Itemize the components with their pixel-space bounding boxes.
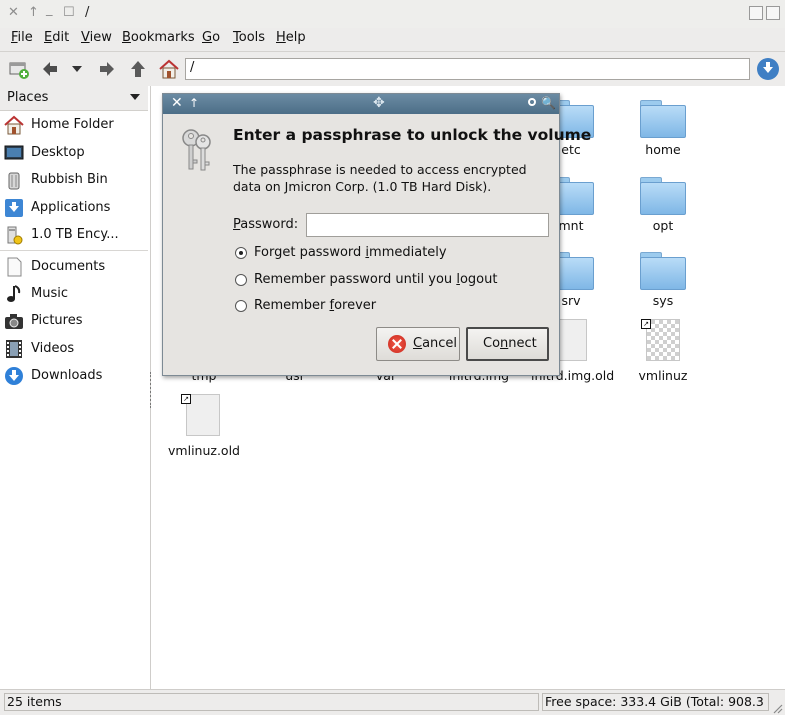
title-bar: ✕ ↑ _ ☐ /	[0, 0, 785, 28]
free-space: Free space: 333.4 GiB (Total: 908.3 GiB)	[542, 693, 769, 711]
sidebar-item-music[interactable]: Music	[4, 282, 146, 306]
go-icon[interactable]	[756, 57, 780, 81]
passphrase-dialog: ✕ ↑ ✥ 🔍 Enter a passphrase to unlock the…	[162, 93, 591, 376]
folder-icon-opt[interactable]	[640, 177, 686, 215]
menu-bar: File Edit View Bookmarks Go Tools Help	[0, 28, 785, 50]
menu-go[interactable]: Go	[202, 30, 220, 45]
file-manager-window: ✕ ↑ _ ☐ / File Edit View Bookmarks Go To…	[0, 0, 785, 715]
window-title: /	[85, 5, 90, 20]
toolbar: /	[0, 51, 785, 86]
dialog-heading: Enter a passphrase to unlock the volume	[233, 126, 592, 144]
menu-help[interactable]: Help	[276, 30, 306, 45]
dialog-key-icon[interactable]: 🔍	[541, 96, 556, 110]
desktop-icon	[4, 145, 24, 160]
applications-icon	[5, 199, 23, 217]
sidebar-item-home-folder[interactable]: Home Folder	[4, 113, 146, 137]
new-tab-icon[interactable]	[8, 58, 30, 80]
radio-button[interactable]	[235, 300, 247, 312]
sidebar-item-desktop[interactable]: Desktop	[4, 141, 146, 165]
move-icon[interactable]: ✥	[373, 95, 385, 111]
menu-tools[interactable]: Tools	[233, 30, 265, 45]
address-bar[interactable]: /	[185, 58, 750, 80]
pictures-icon	[5, 314, 23, 329]
menu-edit[interactable]: Edit	[44, 30, 69, 45]
sidebar-item-videos[interactable]: Videos	[4, 337, 146, 361]
dialog-close-icon[interactable]: ✕	[171, 95, 183, 111]
sidebar-item-applications[interactable]: Applications	[4, 196, 146, 220]
home-icon[interactable]	[158, 58, 180, 80]
videos-icon	[6, 340, 22, 358]
resize-grip-icon[interactable]	[771, 702, 783, 714]
cancel-icon	[388, 335, 406, 353]
sidebar-item-pictures[interactable]: Pictures	[4, 309, 146, 333]
folder-icon-sys[interactable]	[640, 252, 686, 290]
connect-button[interactable]: Connect	[466, 327, 549, 361]
forward-arrow-icon[interactable]	[96, 58, 118, 80]
places-sidebar: Places Home Folder Desktop Rubbish Bin A…	[0, 86, 151, 689]
symlink-icon: ↗	[641, 319, 651, 329]
menu-bookmarks[interactable]: Bookmarks	[122, 30, 195, 45]
file-icon-vmlinuz-old[interactable]	[186, 394, 220, 436]
sidebar-separator	[0, 250, 148, 251]
minimize-icon[interactable]: _	[46, 2, 53, 17]
menu-view[interactable]: View	[81, 30, 112, 45]
drive-icon	[7, 226, 23, 245]
radio-button[interactable]	[235, 247, 247, 259]
sidebar-item-rubbish-bin[interactable]: Rubbish Bin	[4, 168, 146, 192]
chevron-down-icon[interactable]	[130, 94, 140, 100]
password-label: Password:	[233, 217, 299, 232]
parent-folder-icon[interactable]	[127, 58, 149, 80]
back-arrow-icon[interactable]	[39, 58, 61, 80]
restore-icon[interactable]	[766, 6, 780, 20]
dialog-message: The passphrase is needed to access encry…	[233, 162, 527, 194]
dialog-up-icon[interactable]: ↑	[189, 96, 199, 110]
downloads-icon	[5, 367, 23, 385]
keys-icon	[182, 129, 211, 171]
documents-icon	[7, 257, 22, 277]
sidebar-item-encrypted-drive[interactable]: 1.0 TB Ency...	[4, 223, 146, 247]
sidebar-item-downloads[interactable]: Downloads	[4, 364, 146, 388]
shade-icon[interactable]	[749, 6, 763, 20]
symlink-icon: ↗	[181, 394, 191, 404]
folder-icon-home[interactable]	[640, 100, 686, 138]
trash-icon	[8, 172, 20, 190]
password-input[interactable]	[306, 213, 549, 237]
radio-button[interactable]	[235, 274, 247, 286]
sidebar-item-documents[interactable]: Documents	[4, 255, 146, 279]
places-header[interactable]: Places	[0, 86, 148, 111]
file-icon-vmlinuz[interactable]	[646, 319, 680, 361]
cancel-button[interactable]: Cancel	[376, 327, 460, 361]
dialog-title-bar[interactable]: ✕ ↑ ✥ 🔍	[163, 94, 559, 114]
up-icon[interactable]: ↑	[28, 5, 39, 20]
history-dropdown-icon[interactable]	[66, 58, 88, 80]
music-icon	[7, 285, 21, 302]
item-count: 25 items	[4, 693, 539, 711]
dialog-option-icon[interactable]	[528, 98, 536, 106]
menu-file[interactable]: File	[11, 30, 33, 45]
close-icon[interactable]: ✕	[8, 5, 19, 20]
status-bar: 25 items Free space: 333.4 GiB (Total: 9…	[0, 689, 785, 715]
home-icon	[4, 115, 24, 135]
maximize-icon[interactable]: ☐	[63, 5, 75, 20]
